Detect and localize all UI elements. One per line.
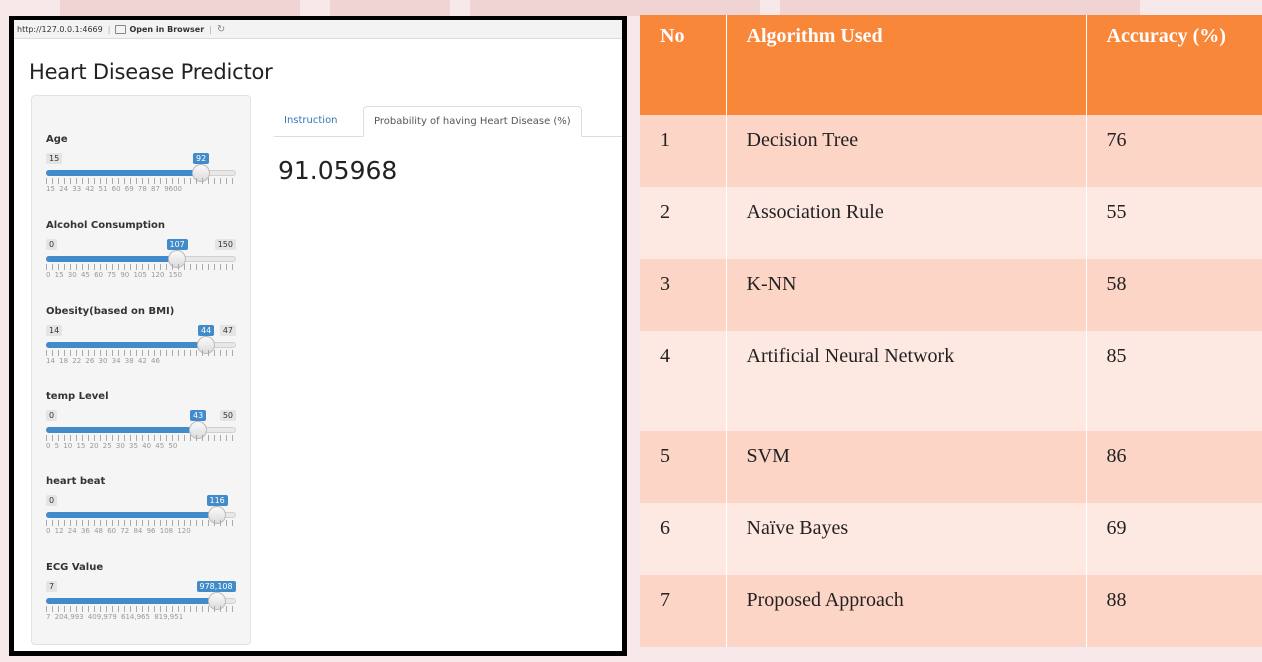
slider-max: 47 bbox=[219, 325, 236, 336]
slider-tick-labels: 0 15 30 45 60 75 90 105 120 150 bbox=[46, 271, 183, 279]
background-block bbox=[60, 0, 300, 16]
slider-label: temp Level bbox=[46, 391, 109, 402]
cell-no: 5 bbox=[640, 431, 727, 503]
slider-tick-labels: 7 204,993 409,979 614,965 819,951 bbox=[46, 613, 184, 621]
cell-algorithm: Decision Tree bbox=[726, 115, 1087, 187]
cell-no: 3 bbox=[640, 259, 727, 331]
slider-tick-labels: 14 18 22 26 30 34 38 42 46 bbox=[46, 357, 160, 365]
background-block bbox=[780, 0, 1140, 16]
cell-accuracy: 55 bbox=[1086, 187, 1262, 259]
table-body: 1 Decision Tree 76 2 Association Rule 55 3 K-NN… bbox=[640, 115, 1262, 647]
cell-algorithm: Artificial Neural Network bbox=[726, 331, 1087, 431]
slider-label: heart beat bbox=[46, 476, 106, 487]
table-row: 3 K-NN 58 bbox=[640, 259, 1262, 331]
cell-accuracy: 88 bbox=[1086, 575, 1262, 647]
cell-no: 1 bbox=[640, 115, 727, 187]
separator: | bbox=[209, 24, 212, 34]
table-row: 7 Proposed Approach 88 bbox=[640, 575, 1262, 647]
slider-tick-labels: 0 12 24 36 48 60 72 84 96 108 120 bbox=[46, 527, 191, 535]
slider-label: ECG Value bbox=[46, 562, 104, 573]
table-header-row: No Algorithm Used Accuracy (%) bbox=[640, 15, 1262, 115]
cell-algorithm: K-NN bbox=[726, 259, 1087, 331]
slider-value: 978,108 bbox=[196, 581, 236, 592]
header-algorithm: Algorithm Used bbox=[726, 15, 1087, 115]
cell-algorithm: SVM bbox=[726, 431, 1087, 503]
cell-algorithm: Association Rule bbox=[726, 187, 1087, 259]
slider-max: 150 bbox=[214, 239, 236, 250]
prediction-output: 91.05968 bbox=[278, 156, 398, 185]
slider-max: 50 bbox=[219, 410, 236, 421]
slider-fill bbox=[46, 512, 217, 518]
slider-label: Age bbox=[46, 134, 68, 145]
table-row: 5 SVM 86 bbox=[640, 431, 1262, 503]
slider-min: 0 bbox=[46, 239, 58, 250]
slider-fill bbox=[46, 427, 198, 433]
cell-accuracy: 85 bbox=[1086, 331, 1262, 431]
slider-fill bbox=[46, 170, 201, 176]
tab-instruction[interactable]: Instruction bbox=[274, 106, 348, 136]
slider-min: 14 bbox=[46, 325, 63, 336]
cell-no: 6 bbox=[640, 503, 727, 575]
app-window: http://127.0.0.1:4669 | Open in Browser … bbox=[9, 16, 627, 656]
slider-min: 7 bbox=[46, 581, 58, 592]
slider-ticks bbox=[46, 606, 236, 612]
cell-accuracy: 76 bbox=[1086, 115, 1262, 187]
cell-accuracy: 58 bbox=[1086, 259, 1262, 331]
slider-label: Alcohol Consumption bbox=[46, 220, 166, 231]
slider-tick-labels: 15 24 33 42 51 60 69 78 87 9600 bbox=[46, 185, 183, 193]
slider-min: 0 bbox=[46, 495, 58, 506]
slider-min: 0 bbox=[46, 410, 58, 421]
cell-accuracy: 86 bbox=[1086, 431, 1262, 503]
separator: | bbox=[107, 24, 111, 34]
sidebar-panel: Age 15 92 15 24 33 42 51 60 69 78 87 9600 Al… bbox=[31, 95, 251, 645]
header-no: No bbox=[640, 15, 727, 115]
slider-value: 116 bbox=[206, 495, 228, 506]
table-row: 4 Artificial Neural Network 85 bbox=[640, 331, 1262, 431]
cell-no: 2 bbox=[640, 187, 727, 259]
cell-no: 4 bbox=[640, 331, 727, 431]
table-row: 6 Naïve Bayes 69 bbox=[640, 503, 1262, 575]
slider-ticks bbox=[46, 435, 236, 441]
header-accuracy: Accuracy (%) bbox=[1086, 15, 1262, 115]
open-in-browser-label: Open in Browser bbox=[129, 24, 205, 34]
slider-min: 15 bbox=[46, 153, 63, 164]
slider-value: 92 bbox=[193, 153, 210, 164]
slider-ticks bbox=[46, 520, 236, 526]
address-bar: http://127.0.0.1:4669 | Open in Browser … bbox=[14, 20, 622, 39]
slider-fill bbox=[46, 342, 206, 348]
url-text[interactable]: http://127.0.0.1:4669 bbox=[17, 25, 103, 34]
cell-algorithm: Proposed Approach bbox=[726, 575, 1087, 647]
slider-ticks bbox=[46, 350, 236, 356]
slider-ticks bbox=[46, 178, 236, 184]
slider-label: Obesity(based on BMI) bbox=[46, 306, 175, 317]
background-block bbox=[470, 0, 760, 16]
slider-fill bbox=[46, 256, 177, 262]
open-in-browser-button[interactable]: Open in Browser bbox=[115, 24, 205, 34]
tab-probability[interactable]: Probability of having Heart Disease (%) bbox=[363, 106, 582, 137]
window-icon bbox=[115, 24, 127, 34]
slider-value: 107 bbox=[166, 239, 188, 250]
background-block bbox=[330, 0, 450, 16]
results-table: No Algorithm Used Accuracy (%) 1 Decision… bbox=[640, 15, 1262, 647]
tab-bar: Instruction Probability of having Heart … bbox=[274, 106, 622, 137]
page-title: Heart Disease Predictor bbox=[29, 60, 273, 84]
table-row: 2 Association Rule 55 bbox=[640, 187, 1262, 259]
slider-ticks bbox=[46, 264, 236, 270]
slider-fill bbox=[46, 598, 217, 604]
slider-value: 43 bbox=[190, 410, 207, 421]
slider-tick-labels: 0 5 10 15 20 25 30 35 40 45 50 bbox=[46, 442, 178, 450]
cell-algorithm: Naïve Bayes bbox=[726, 503, 1087, 575]
cell-no: 7 bbox=[640, 575, 727, 647]
cell-accuracy: 69 bbox=[1086, 503, 1262, 575]
table-row: 1 Decision Tree 76 bbox=[640, 115, 1262, 187]
reload-icon[interactable]: ↻ bbox=[217, 24, 225, 35]
slider-value: 44 bbox=[198, 325, 215, 336]
